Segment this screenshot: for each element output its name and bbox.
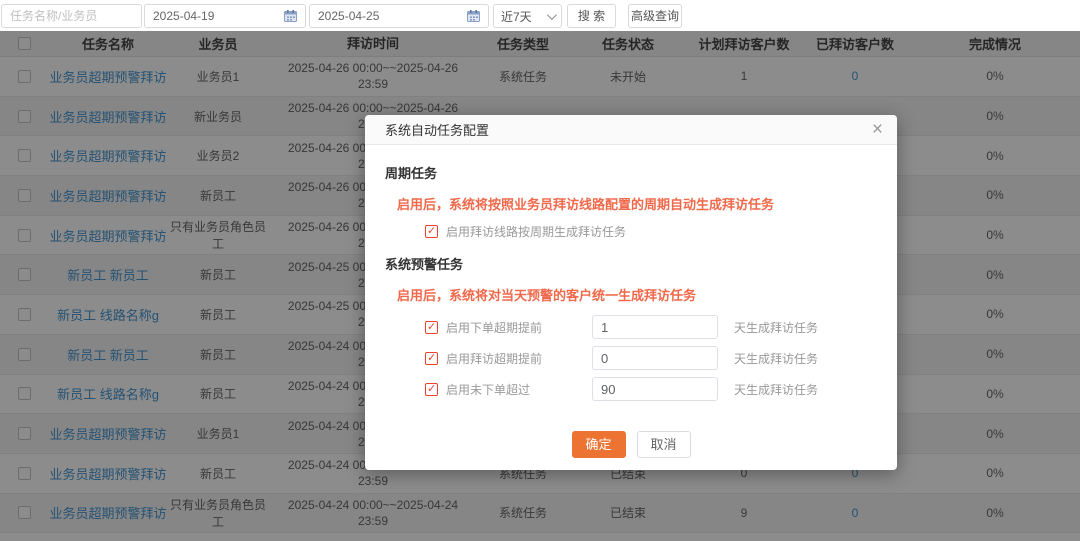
search-button[interactable]: 搜 索 [567, 4, 616, 28]
no-order-label: 启用未下单超过 [446, 382, 531, 397]
no-order-suffix: 天生成拜访任务 [734, 382, 819, 397]
dialog-body: 周期任务 启用后，系统将按照业务员拜访线路配置的周期自动生成拜访任务 启用拜访线… [365, 145, 897, 470]
advanced-query-button[interactable]: 高级查询 [628, 4, 682, 28]
enable-order-overdue-checkbox[interactable] [425, 320, 438, 334]
enable-route-cycle-label: 启用拜访线路按周期生成拜访任务 [446, 225, 627, 239]
date-from-field[interactable]: 2025-04-19 [144, 4, 306, 28]
enable-route-cycle-checkbox[interactable] [425, 224, 438, 238]
visit-overdue-label: 启用拜访超期提前 [446, 351, 543, 366]
filter-toolbar: 2025-04-19 2025-04-25 近7天 [0, 0, 1080, 31]
date-to-field[interactable]: 2025-04-25 [309, 4, 489, 28]
cycle-task-heading: 周期任务 [385, 166, 438, 181]
app-window: 2025-04-19 2025-04-25 近7天 [0, 0, 1080, 541]
visit-overdue-row: 启用拜访超期提前 天生成拜访任务 [425, 346, 877, 370]
no-order-days-input[interactable] [592, 377, 718, 401]
search-input[interactable] [1, 4, 142, 28]
visit-overdue-days-input[interactable] [592, 346, 718, 370]
date-range-select[interactable]: 近7天 [493, 4, 562, 28]
warning-task-notice: 启用后，系统将对当天预警的客户统一生成拜访任务 [397, 288, 697, 303]
cycle-task-notice: 启用后，系统将按照业务员拜访线路配置的周期自动生成拜访任务 [397, 197, 775, 212]
dialog-title: 系统自动任务配置 [385, 123, 490, 138]
cycle-task-checkbox-row: 启用拜访线路按周期生成拜访任务 [425, 223, 877, 240]
date-from-value: 2025-04-19 [153, 9, 215, 23]
auto-task-config-dialog: 系统自动任务配置 × 周期任务 启用后，系统将按照业务员拜访线路配置的周期自动生… [365, 115, 897, 470]
dialog-header: 系统自动任务配置 × [365, 115, 897, 145]
enable-visit-overdue-checkbox[interactable] [425, 351, 438, 365]
order-overdue-suffix: 天生成拜访任务 [734, 320, 819, 335]
cancel-button[interactable]: 取消 [636, 431, 691, 458]
no-order-row: 启用未下单超过 天生成拜访任务 [425, 377, 877, 401]
calendar-icon [284, 10, 297, 22]
order-overdue-days-input[interactable] [592, 315, 718, 339]
visit-overdue-suffix: 天生成拜访任务 [734, 351, 819, 366]
enable-no-order-checkbox[interactable] [425, 382, 438, 396]
chevron-down-icon [546, 9, 557, 20]
order-overdue-label: 启用下单超期提前 [446, 320, 543, 335]
date-range-value: 近7天 [501, 9, 532, 24]
confirm-button[interactable]: 确定 [571, 431, 626, 458]
close-icon[interactable]: × [872, 120, 883, 139]
dialog-footer: 确定 取消 [365, 431, 897, 458]
order-overdue-row: 启用下单超期提前 天生成拜访任务 [425, 315, 877, 339]
date-to-value: 2025-04-25 [318, 9, 380, 23]
warning-task-heading: 系统预警任务 [385, 257, 464, 272]
calendar-icon [467, 10, 480, 22]
